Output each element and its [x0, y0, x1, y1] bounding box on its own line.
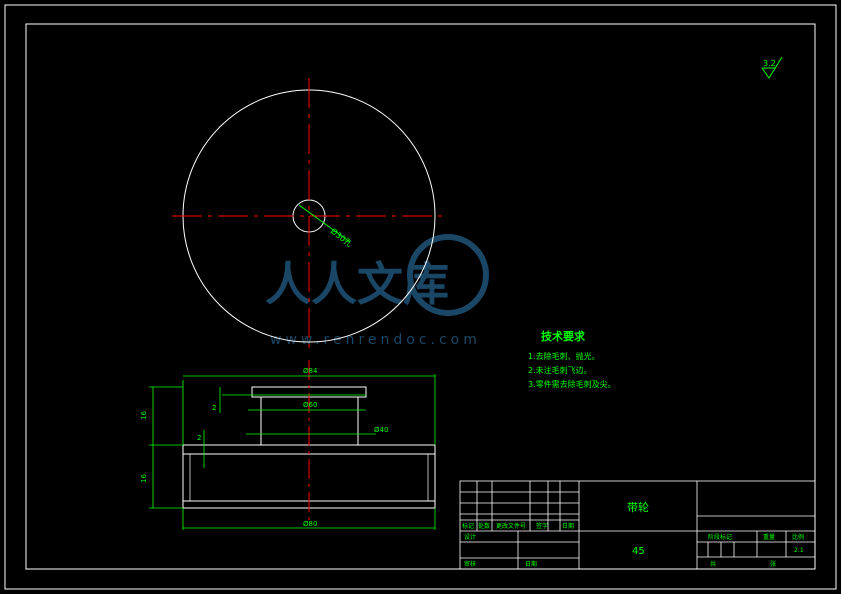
stage-label: 阶段标记 — [708, 533, 732, 541]
tech-req-item: 3.零件需去除毛刺及尖。 — [528, 379, 616, 389]
watermark-logo-text: 人人文库 — [265, 257, 449, 311]
watermark-url: www.renrendoc.com — [270, 332, 481, 348]
scale-label: 比例 — [792, 533, 804, 541]
part-name: 带轮 — [627, 500, 649, 514]
height1-dimension: 16 — [140, 411, 148, 420]
row-label: 签字 — [536, 522, 548, 530]
design-label: 设计 — [464, 533, 476, 541]
bottom-dimension: Ø80 — [303, 520, 317, 528]
scale-value: 2:1 — [794, 547, 804, 554]
surface-finish-value: 3.2 — [763, 59, 776, 68]
material: 45 — [632, 546, 645, 557]
sheet-label: 共 — [710, 560, 716, 568]
front-view: Ø84 Ø60 Ø40 2 16 16 2 Ø80 — [140, 360, 436, 530]
step-dimension: 2 — [197, 434, 201, 442]
weight-label: 重量 — [763, 533, 775, 541]
gap-dimension: 2 — [212, 404, 216, 412]
row-label: 日期 — [562, 522, 574, 530]
check-label: 审核 — [464, 560, 476, 568]
technical-requirements: 技术要求 1.去除毛刺、抛光。 2.未注毛刺飞边。 3.零件需去除毛刺及尖。 — [528, 329, 616, 389]
watermark: 人人文库 www.renrendoc.com — [265, 234, 489, 348]
bore-dimension: Ø30孔 — [329, 226, 354, 249]
cad-drawing-canvas: 人人文库 www.renrendoc.com Ø30孔 3.2 技术要求 1.去… — [4, 4, 837, 590]
outer-dimension: Ø84 — [303, 367, 318, 375]
surface-finish-symbol: 3.2 — [761, 56, 783, 79]
row-label: 标记 — [462, 522, 474, 530]
tech-req-title: 技术要求 — [541, 329, 586, 343]
hub-dimension: Ø60 — [303, 401, 317, 409]
row-label: 处数 — [478, 522, 490, 530]
tech-req-item: 2.未注毛刺飞边。 — [528, 365, 592, 375]
tech-req-item: 1.去除毛刺、抛光。 — [528, 351, 600, 361]
sheet2-label: 张 — [770, 560, 776, 568]
date-label: 日期 — [525, 560, 537, 568]
groove-dimension: Ø40 — [374, 426, 388, 434]
height2-dimension: 16 — [140, 474, 148, 483]
row-label: 更改文件号 — [496, 522, 526, 530]
